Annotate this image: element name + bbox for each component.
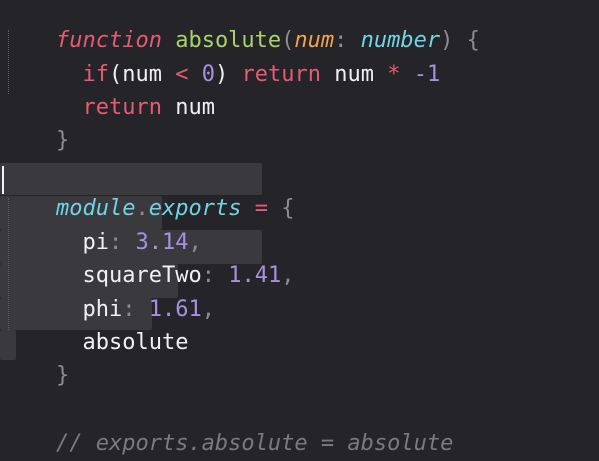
assign-operator: =: [254, 196, 268, 221]
close-paren: ): [440, 28, 454, 53]
var-num: num: [175, 95, 215, 120]
code-line-1[interactable]: function absolute(num: number) {: [3, 0, 480, 53]
property-shorthand: absolute: [82, 330, 189, 355]
close-brace: }: [55, 128, 70, 153]
code-line-6[interactable]: module.exports = {: [3, 164, 294, 221]
code-line-4[interactable]: }: [3, 96, 69, 153]
text-caret: [2, 166, 4, 194]
code-line-2[interactable]: if(num < 0) return num * -1: [3, 30, 440, 87]
code-line-11[interactable]: }: [3, 331, 69, 388]
code-line-3[interactable]: return num: [3, 63, 214, 120]
code-line-7[interactable]: pi: 3.14,: [3, 198, 201, 255]
code-editor[interactable]: function absolute(num: number) { if(num …: [0, 0, 599, 461]
code-line-10[interactable]: absolute: [3, 298, 188, 355]
open-brace: {: [281, 196, 295, 221]
keyword-return: return: [82, 95, 162, 120]
number-negative-one: -1: [413, 62, 441, 87]
code-line-13[interactable]: // exports.absolute = absolute: [3, 399, 453, 456]
keyword-return: return: [241, 62, 321, 87]
close-brace: }: [55, 363, 70, 388]
property-comma: ,: [281, 263, 295, 288]
operator-multiply: *: [387, 62, 401, 87]
property-comma: ,: [201, 297, 215, 322]
code-line-8[interactable]: squareTwo: 1.41,: [3, 231, 294, 288]
if-close-paren: ): [214, 62, 229, 87]
open-brace: {: [466, 28, 480, 53]
code-line-9[interactable]: phi: 1.61,: [3, 265, 214, 322]
line-comment: // exports.absolute = absolute: [55, 431, 454, 456]
property-value: 1.41: [228, 263, 282, 288]
var-num-2: num: [334, 62, 374, 87]
